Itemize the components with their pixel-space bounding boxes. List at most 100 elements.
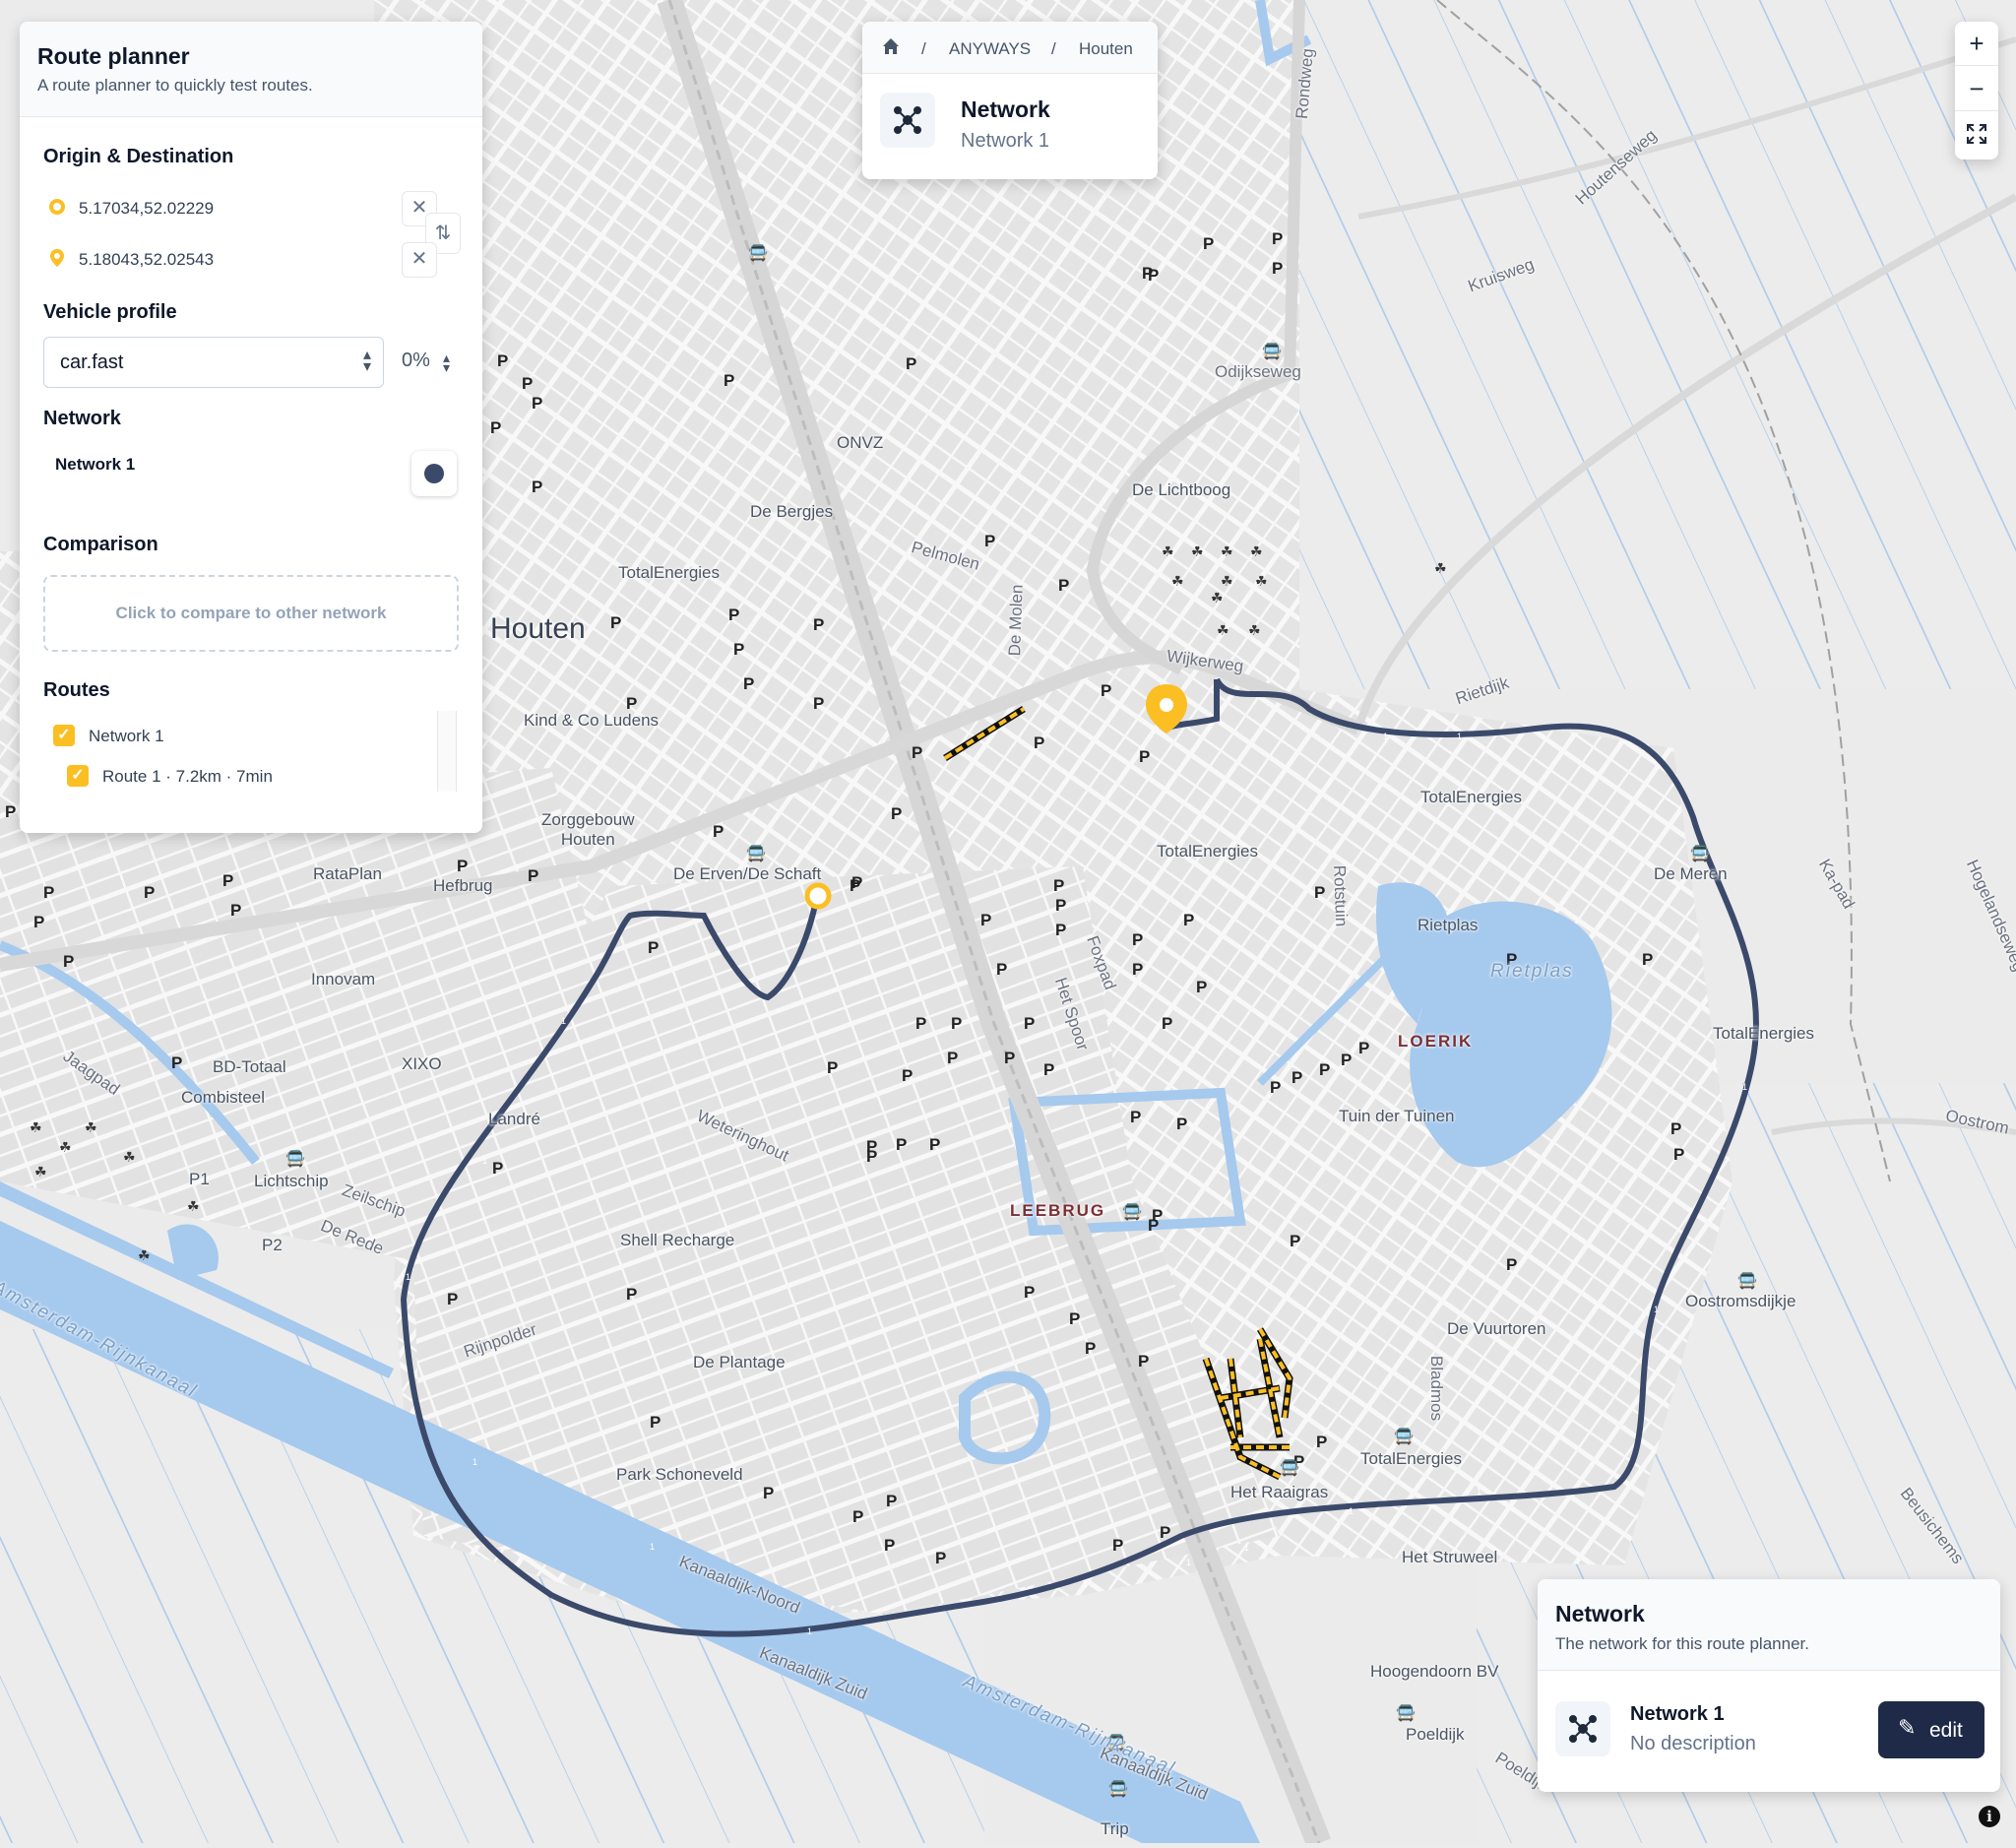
svg-text:P: P <box>813 615 824 634</box>
svg-text:1: 1 <box>807 1626 812 1636</box>
origin-value: 5.17034,52.02229 <box>79 199 215 218</box>
svg-text:P: P <box>935 1549 946 1567</box>
svg-text:P: P <box>1316 1433 1327 1451</box>
network-color-button[interactable] <box>411 451 457 496</box>
svg-text:P: P <box>713 822 724 841</box>
map-label-de-lichtboog: De Lichtboog <box>1132 480 1231 499</box>
map-label-het-raaigras: Het Raaigras <box>1230 1483 1329 1501</box>
svg-text:1: 1 <box>1703 849 1708 859</box>
map-label-hoogendoorn: Hoogendoorn BV <box>1370 1662 1499 1681</box>
svg-text:P: P <box>851 873 862 892</box>
edit-icon: ✎ <box>1898 1715 1917 1740</box>
svg-text:P: P <box>1183 911 1194 929</box>
svg-text:P: P <box>1642 950 1653 969</box>
origin-field[interactable]: 5.17034,52.02229 ✕ <box>43 189 437 228</box>
routes-scrollbar[interactable] <box>437 711 457 792</box>
breadcrumb-separator: / <box>921 39 926 58</box>
map-label-de-vuurtoren: De Vuurtoren <box>1447 1319 1546 1338</box>
svg-text:P: P <box>1053 876 1064 895</box>
percentage-value[interactable]: 0% <box>402 350 430 372</box>
network-panel: Network The network for this route plann… <box>1538 1579 2000 1792</box>
breadcrumb-panel: / ANYWAYS / Houten Network Network 1 <box>862 22 1158 179</box>
destination-field[interactable]: 5.18043,52.02543 ✕ <box>43 240 437 280</box>
map-label-p1: P1 <box>189 1170 210 1188</box>
network-icon <box>1555 1701 1610 1756</box>
svg-text:P: P <box>1160 1523 1170 1542</box>
edit-button-label: edit <box>1929 1719 1963 1742</box>
breadcrumb-houten[interactable]: Houten <box>1079 39 1133 59</box>
home-icon[interactable] <box>880 35 902 62</box>
info-icon[interactable]: i <box>1979 1806 2000 1827</box>
svg-text:☘: ☘ <box>85 1120 97 1136</box>
svg-text:P: P <box>1130 1108 1141 1126</box>
svg-text:P: P <box>447 1290 458 1308</box>
svg-text:P: P <box>1162 1014 1172 1033</box>
breadcrumb-anyways[interactable]: ANYWAYS <box>949 39 1031 59</box>
svg-text:P: P <box>852 1507 863 1526</box>
map-label-combisteel: Combisteel <box>181 1088 266 1107</box>
svg-text:P: P <box>1358 1039 1369 1057</box>
svg-text:P: P <box>532 394 542 413</box>
svg-text:🚍: 🚍 <box>1262 342 1282 360</box>
map-label-de-erven: De Erven/De Schaft <box>673 864 822 883</box>
svg-text:🚍: 🚍 <box>285 1149 305 1168</box>
fullscreen-button[interactable] <box>1955 112 1998 156</box>
svg-text:P: P <box>915 1014 926 1033</box>
svg-text:P: P <box>1176 1115 1187 1133</box>
map-label-houten: Houten <box>490 612 586 645</box>
svg-text:1: 1 <box>1457 732 1462 741</box>
svg-text:🚍: 🚍 <box>746 844 766 862</box>
map-label-tuin-der-tuinen: Tuin der Tuinen <box>1339 1107 1455 1125</box>
svg-text:P: P <box>1139 747 1150 766</box>
map-label-de-bergjes: De Bergjes <box>750 502 834 521</box>
svg-text:P: P <box>522 374 533 393</box>
svg-text:P: P <box>1138 1352 1149 1370</box>
route-checkbox[interactable]: ✓ <box>67 765 89 787</box>
svg-text:1: 1 <box>1383 732 1388 741</box>
svg-text:☘: ☘ <box>34 1165 47 1180</box>
breadcrumb-separator: / <box>1051 39 1056 58</box>
chevron-updown-icon: ▴ ▾ <box>362 347 371 375</box>
zoom-out-button[interactable]: − <box>1955 67 1998 111</box>
svg-text:P: P <box>1101 681 1111 700</box>
vehicle-profile-select[interactable]: car.fast ▴ ▾ <box>43 337 384 388</box>
map-label-totalenergies-2: TotalEnergies <box>1420 788 1523 806</box>
svg-text:P: P <box>532 478 542 496</box>
svg-text:1: 1 <box>1742 1082 1747 1092</box>
svg-text:☘: ☘ <box>1434 561 1447 577</box>
map-label-trip: Trip <box>1101 1819 1129 1838</box>
compare-network-button[interactable]: Click to compare to other network <box>43 575 459 652</box>
percentage-stepper-icon[interactable]: ▴ ▾ <box>443 350 450 374</box>
edit-network-button[interactable]: ✎ edit <box>1878 1701 1984 1758</box>
svg-text:P: P <box>896 1135 907 1154</box>
svg-text:P: P <box>33 913 44 931</box>
map-label-landre: Landré <box>488 1110 540 1128</box>
map-label-shell-recharge: Shell Recharge <box>620 1231 735 1249</box>
svg-text:P: P <box>1272 229 1283 248</box>
comparison-title: Comparison <box>43 534 158 555</box>
map-label-rietplas: Rietplas <box>1418 916 1479 934</box>
map-label-bd-totaal: BD-Totaal <box>213 1057 286 1076</box>
network-item-label[interactable]: Network 1 <box>55 455 135 475</box>
svg-text:P: P <box>1203 234 1214 253</box>
svg-text:P: P <box>980 911 991 929</box>
svg-text:1: 1 <box>482 1156 487 1166</box>
svg-text:☘: ☘ <box>1221 574 1233 590</box>
svg-text:☘: ☘ <box>1250 544 1263 560</box>
fullscreen-icon <box>1967 124 1986 144</box>
network-checkbox[interactable]: ✓ <box>53 725 75 746</box>
map-label-hefbrug: Hefbrug <box>433 876 493 895</box>
svg-text:🚍: 🚍 <box>1396 1703 1416 1722</box>
svg-text:P: P <box>457 857 468 875</box>
svg-text:P: P <box>763 1484 774 1502</box>
svg-text:P: P <box>1024 1014 1035 1033</box>
map-label-leebrug: LEEBRUG <box>1010 1201 1106 1220</box>
svg-text:🚍: 🚍 <box>1122 1202 1142 1221</box>
route-planner-panel: Route planner A route planner to quickly… <box>20 22 482 833</box>
map-label-kind-co-ludens: Kind & Co Ludens <box>524 711 660 730</box>
svg-text:1: 1 <box>1265 674 1270 684</box>
clear-destination-button[interactable]: ✕ <box>402 242 437 278</box>
svg-text:P: P <box>648 938 659 957</box>
zoom-in-button[interactable]: + <box>1955 22 1998 66</box>
map-label-park-schoneveld: Park Schoneveld <box>616 1465 743 1484</box>
